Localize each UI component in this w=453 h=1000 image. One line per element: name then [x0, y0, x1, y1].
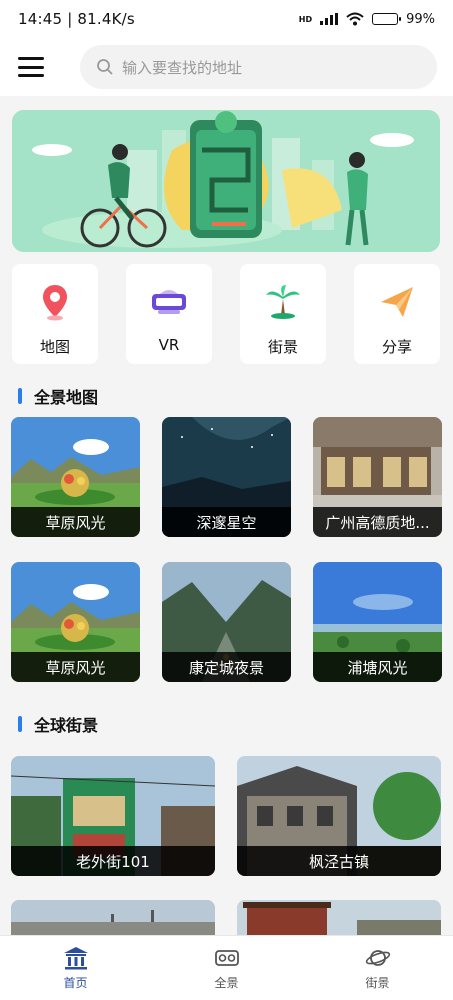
panorama-card-label: 深邃星空 — [162, 507, 291, 537]
search-icon — [97, 59, 113, 75]
quick-action-street[interactable]: 街景 — [240, 264, 326, 364]
street-thumbnail — [237, 900, 441, 935]
nav-panorama[interactable]: 全景 — [151, 936, 302, 1000]
nav-home[interactable]: 首页 — [0, 936, 151, 1000]
quick-action-label: 街景 — [267, 338, 298, 356]
panorama-card[interactable]: 广州高德质地... — [313, 417, 442, 537]
paper-plane-icon — [381, 287, 413, 317]
planet-icon — [365, 949, 390, 966]
section-title-text: 全球街景 — [34, 716, 99, 735]
panorama-card-label: 广州高德质地... — [313, 507, 442, 537]
panorama-card-label: 草原风光 — [11, 507, 140, 537]
top-bar: 输入要查找的地址 — [0, 38, 453, 96]
vr-goggles-icon — [214, 949, 239, 966]
nav-label: 首页 — [63, 975, 88, 990]
panorama-card-label: 康定城夜景 — [162, 652, 291, 682]
section-title-text: 全景地图 — [34, 388, 99, 407]
street-card-partial[interactable] — [11, 900, 215, 935]
status-bar: 14:45 | 81.4K/s HD 99% — [0, 0, 453, 38]
home-bank-icon — [63, 946, 88, 969]
section-accent-bar — [18, 388, 22, 404]
section-accent-bar — [18, 716, 22, 732]
nav-street[interactable]: 街景 — [302, 936, 453, 1000]
banner-illustration — [12, 110, 440, 252]
street-card-label: 老外街101 — [11, 846, 215, 876]
wifi-icon — [346, 12, 364, 26]
menu-icon[interactable] — [16, 54, 46, 80]
panorama-card[interactable]: 草原风光 — [11, 562, 140, 682]
street-thumbnail — [11, 900, 215, 935]
panorama-card[interactable]: 深邃星空 — [162, 417, 291, 537]
bottom-nav: 首页 全景 街景 — [0, 935, 453, 1000]
panorama-card-label: 草原风光 — [11, 652, 140, 682]
map-pin-icon — [43, 285, 67, 321]
quick-action-map[interactable]: 地图 — [12, 264, 98, 364]
street-card[interactable]: 老外街101 — [11, 756, 215, 876]
hd-network-label: HD — [298, 14, 313, 24]
quick-action-vr[interactable]: VR — [126, 264, 212, 364]
panorama-card[interactable]: 康定城夜景 — [162, 562, 291, 682]
promo-banner[interactable] — [12, 110, 440, 252]
street-card[interactable]: 枫泾古镇 — [237, 756, 441, 876]
quick-action-label: 地图 — [39, 338, 70, 356]
panorama-card[interactable]: 草原风光 — [11, 417, 140, 537]
battery-percent: 99% — [406, 11, 435, 27]
search-input[interactable]: 输入要查找的地址 — [80, 45, 437, 89]
palm-tree-icon — [266, 285, 300, 319]
quick-action-label: 分享 — [381, 338, 412, 356]
nav-label: 街景 — [365, 975, 390, 990]
section-title-street: 全球街景 — [18, 712, 98, 736]
search-placeholder: 输入要查找的地址 — [122, 58, 243, 77]
nav-label: 全景 — [214, 975, 239, 990]
street-card-label: 枫泾古镇 — [237, 846, 441, 876]
panorama-card-label: 浦塘风光 — [313, 652, 442, 682]
quick-actions: 地图 VR 街景 分享 — [12, 264, 440, 364]
street-card-partial[interactable] — [237, 900, 441, 935]
quick-action-share[interactable]: 分享 — [354, 264, 440, 364]
signal-icon — [320, 13, 339, 25]
section-title-panorama: 全景地图 — [18, 384, 98, 408]
battery-icon — [372, 13, 402, 25]
status-time-speed: 14:45 | 81.4K/s — [18, 10, 135, 28]
panorama-card[interactable]: 浦塘风光 — [313, 562, 442, 682]
quick-action-label: VR — [158, 336, 180, 354]
vr-headset-icon — [152, 290, 186, 314]
